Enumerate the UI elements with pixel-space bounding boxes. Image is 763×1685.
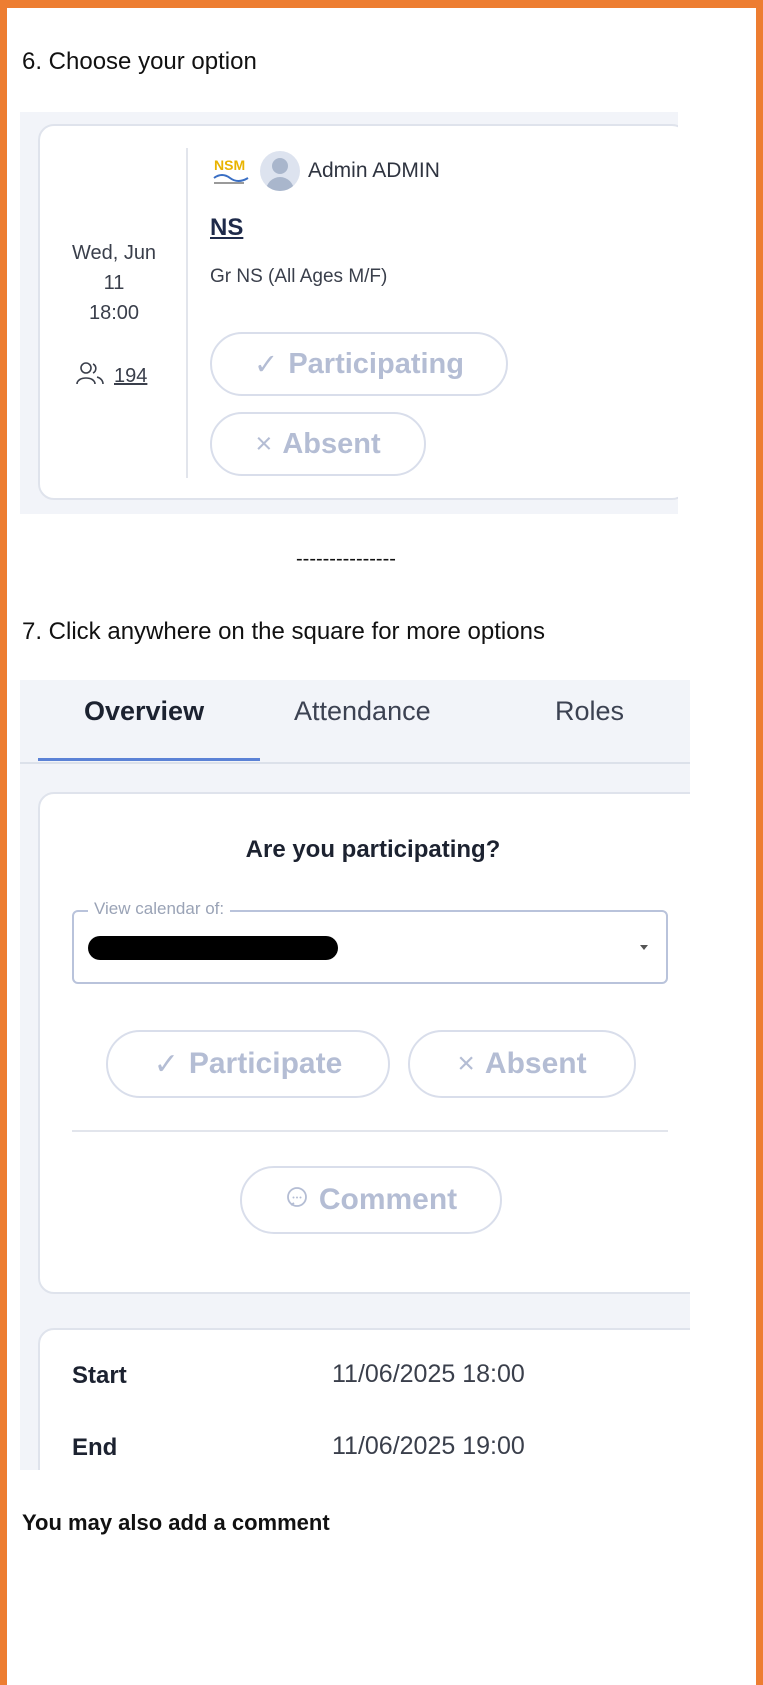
separator: --------------- [296,548,396,570]
step-7-label: 7. Click anywhere on the square for more… [22,618,545,645]
organizer-name: Admin ADMIN [308,159,440,182]
vertical-divider [186,148,188,478]
event-card[interactable]: Wed, Jun 11 18:00 194 NSM Admin ADMIN NS… [38,124,678,500]
end-label: End [72,1434,118,1461]
comment-label: Comment [318,1183,458,1216]
event-title[interactable]: NS [210,214,243,242]
event-detail-screenshot: Overview Attendance Roles Are you partic… [20,680,690,1470]
participants-link[interactable]: 194 [76,360,147,392]
participate-label: Participate [188,1047,343,1080]
start-label: Start [72,1362,127,1389]
event-subtitle: Gr NS (All Ages M/F) [210,266,388,287]
participating-button[interactable]: ✓ Participating [210,332,508,396]
comment-icon [285,1183,309,1217]
participate-button[interactable]: ✓ Participate [106,1030,390,1098]
redacted-value [88,936,338,960]
active-tab-indicator [38,758,260,761]
event-date-day: 11 [103,272,125,294]
participating-label: Participating [288,347,464,380]
comment-button[interactable]: Comment [240,1166,502,1234]
close-icon: × [457,1047,475,1080]
participation-card: Are you participating? View calendar of:… [38,792,690,1294]
people-icon [76,360,104,392]
view-calendar-select[interactable]: View calendar of: [72,899,668,984]
event-date-weekday: Wed, Jun [71,242,157,264]
participation-question: Are you participating? [245,836,501,863]
svg-text:NSM: NSM [214,157,245,173]
tab-roles[interactable]: Roles [555,696,624,727]
view-calendar-legend: View calendar of: [88,899,231,919]
tab-attendance[interactable]: Attendance [294,696,431,727]
absent-label: Absent [282,427,381,460]
event-details-card: Start 11/06/2025 18:00 End 11/06/2025 19… [38,1328,690,1470]
event-date: Wed, Jun 11 18:00 [54,238,174,328]
footer-note: You may also add a comment [22,1510,330,1535]
club-logo-icon: NSM [210,150,252,192]
organizer-row: NSM Admin ADMIN [210,150,440,192]
absent-button[interactable]: × Absent [408,1030,636,1098]
step-6-label: 6. Choose your option [22,48,257,75]
end-value: 11/06/2025 19:00 [332,1432,525,1460]
absent-label: Absent [484,1047,587,1080]
participants-count: 194 [114,364,148,387]
check-icon: ✓ [254,348,279,381]
horizontal-divider [72,1130,668,1132]
start-value: 11/06/2025 18:00 [332,1360,525,1388]
chevron-down-icon [640,945,648,950]
check-icon: ✓ [153,1047,179,1081]
avatar [260,151,300,191]
close-icon: × [255,427,273,460]
tab-overview[interactable]: Overview [84,696,204,727]
tab-bar: Overview Attendance Roles [20,680,690,764]
event-card-screenshot: Wed, Jun 11 18:00 194 NSM Admin ADMIN NS… [20,112,678,514]
event-date-time: 18:00 [88,302,140,324]
absent-button[interactable]: × Absent [210,412,426,476]
